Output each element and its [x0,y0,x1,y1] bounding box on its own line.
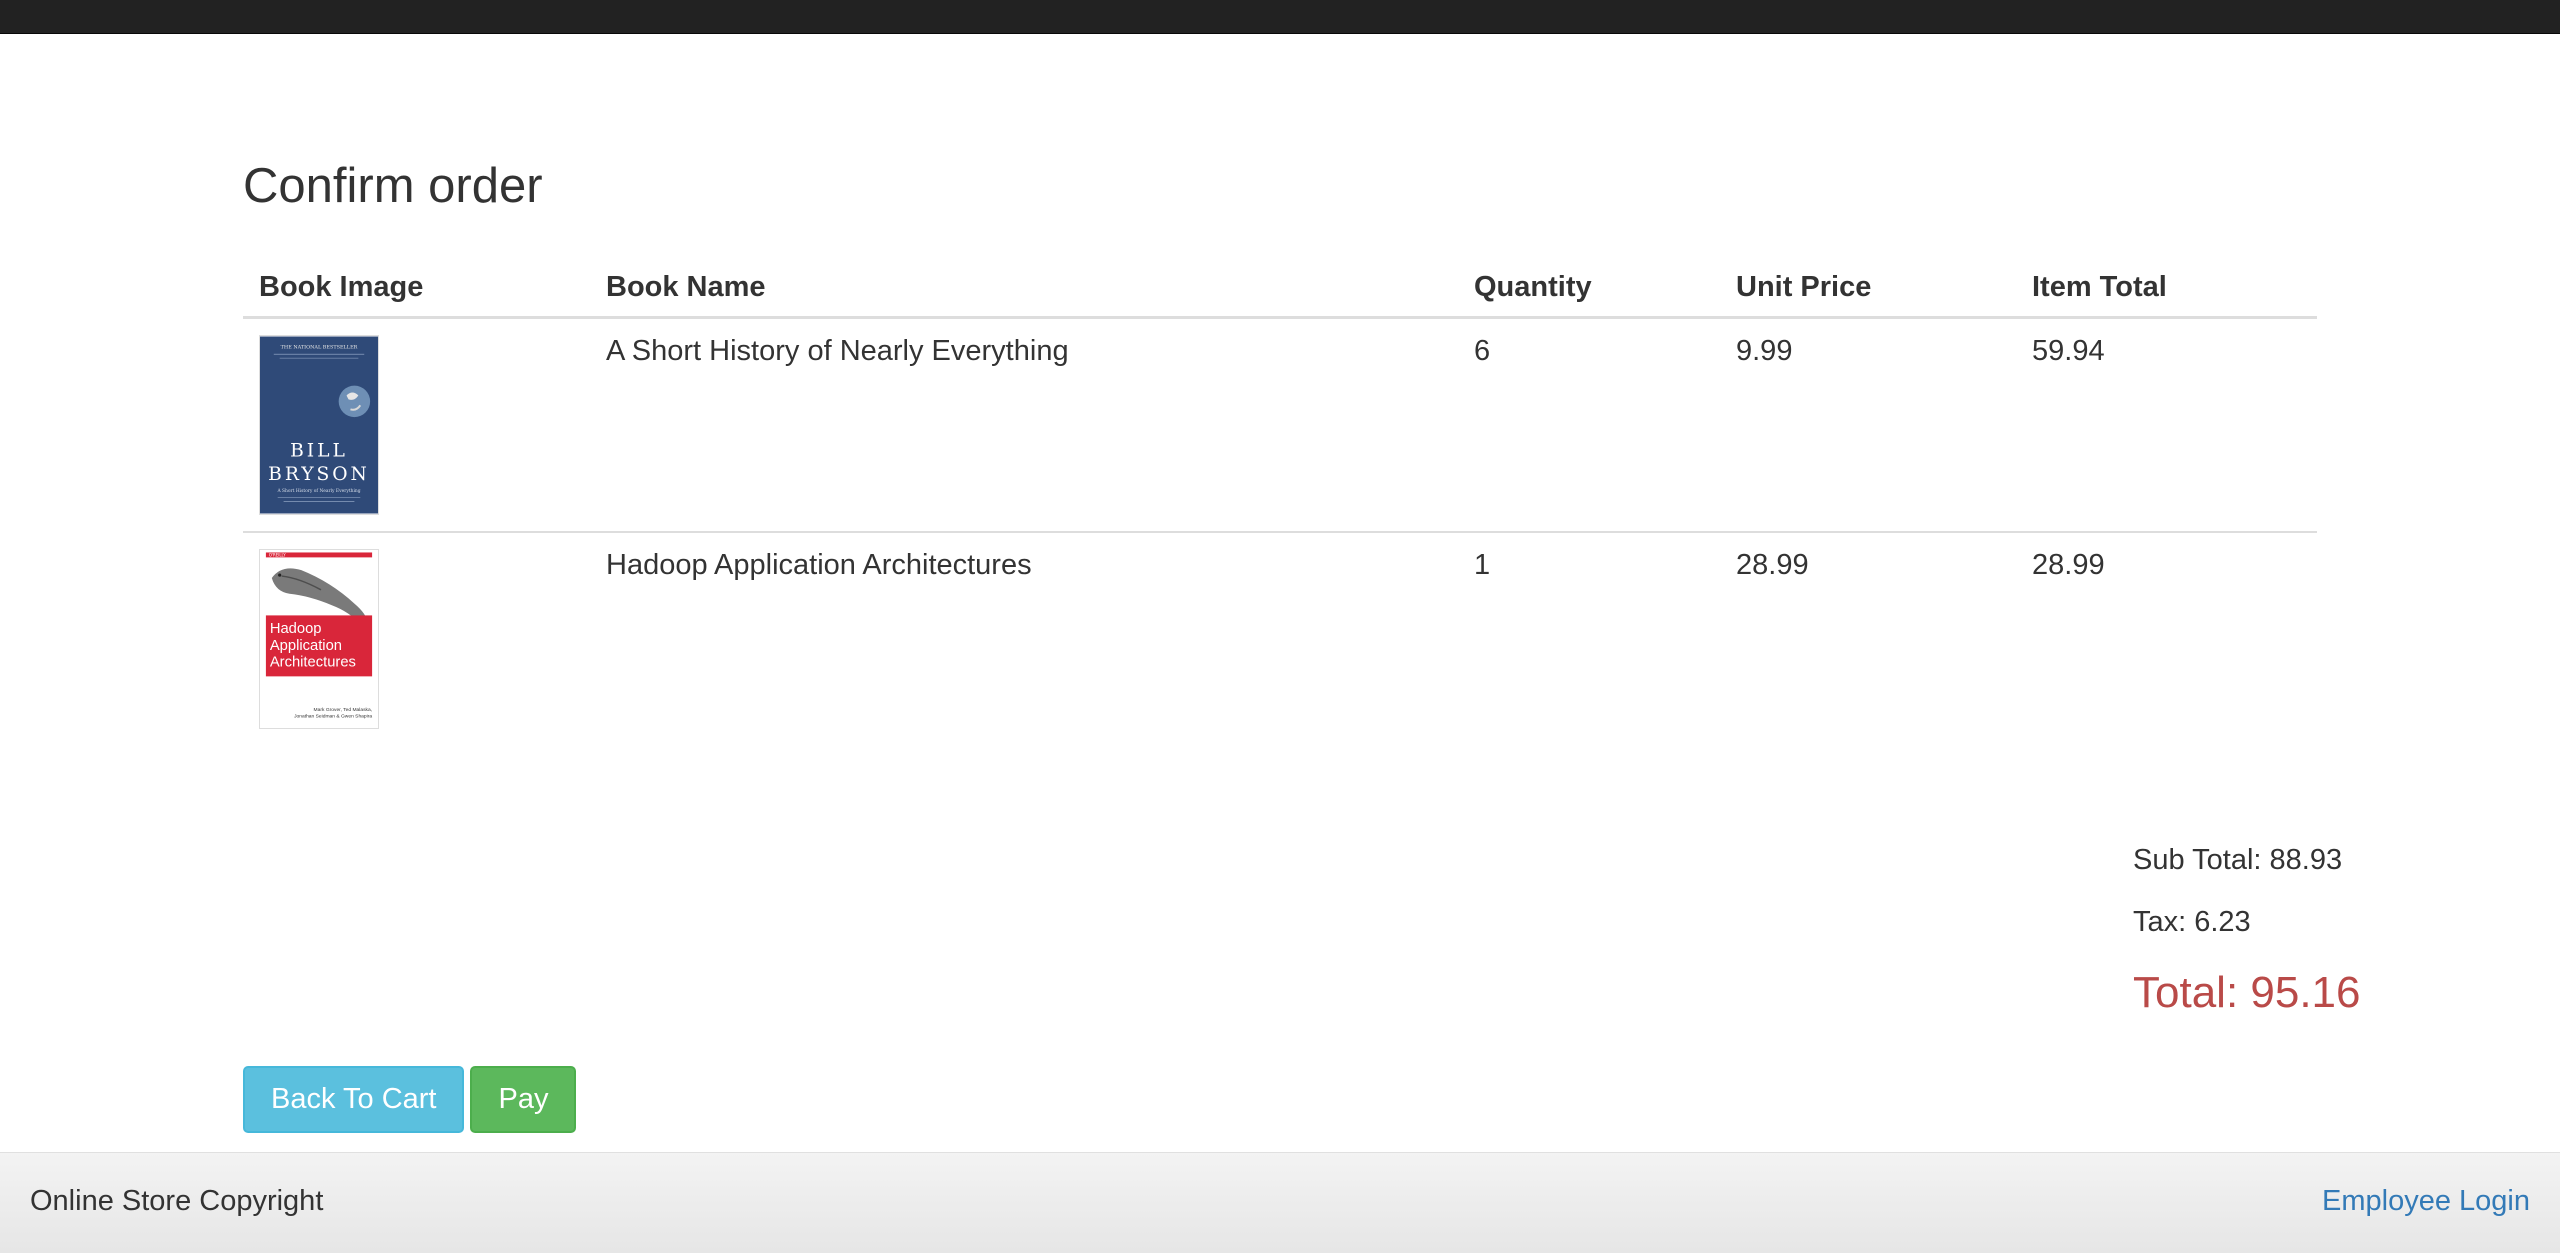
column-header-book-image: Book Image [243,252,590,319]
cover-tagline: THE NATIONAL BESTSELLER [281,344,358,350]
book-image-cell: O'REILLY Hadoop Application Architecture… [243,531,590,745]
column-header-quantity: Quantity [1458,252,1720,319]
item-total-cell: 28.99 [2016,531,2317,745]
book-image-cell: THE NATIONAL BESTSELLER BILL BRYSON A Sh… [243,318,590,533]
copyright-text: Online Store Copyright [30,1185,324,1217]
order-total: Total: 95.16 [2133,967,2361,1017]
book-name-cell: Hadoop Application Architectures [590,531,1458,745]
unit-price-cell: 9.99 [1736,335,1793,367]
order-table: Book Image Book Name Quantity Unit Price… [243,252,2317,745]
employee-login-link[interactable]: Employee Login [2322,1185,2530,1218]
cover-title-line3: Architectures [270,655,356,671]
book-name-cell: A Short History of Nearly Everything [606,335,1069,367]
tax: Tax: 6.23 [2133,905,2251,938]
top-navbar [0,0,2560,34]
sub-total: Sub Total: 88.93 [2133,844,2343,876]
book-cover-short-history: THE NATIONAL BESTSELLER BILL BRYSON A Sh… [259,335,379,515]
cover-background [260,336,378,514]
book-cover-hadoop: O'REILLY Hadoop Application Architecture… [259,549,379,729]
table-row: THE NATIONAL BESTSELLER BILL BRYSON A Sh… [243,318,2317,533]
cover-publisher: O'REILLY [269,552,286,557]
earth-icon [338,385,371,418]
cover-authors-line2: Jonathan Seidman & Gwen Shapira [294,714,372,720]
cover-title-line1: Hadoop [270,621,322,637]
cover-author-last: BRYSON [268,464,370,485]
cover-authors-line1: Mark Grover, Ted Malaska, [314,707,373,713]
page-title: Confirm order [243,159,543,213]
back-to-cart-button[interactable]: Back To Cart [243,1066,465,1133]
action-buttons: Back To Cart Pay [243,1066,577,1133]
main-content: Confirm order Book Image Book Name Quant… [243,159,2317,745]
order-summary: Sub Total: 88.93 Tax: 6.23 Total: 95.16 [2133,843,2361,1019]
quantity-cell: 6 [1474,335,1491,367]
pay-button[interactable]: Pay [470,1066,577,1133]
column-header-item-total: Item Total [2016,252,2317,319]
table-header-row: Book Image Book Name Quantity Unit Price… [243,252,2317,319]
unit-price-cell: 28.99 [1720,531,2016,745]
column-header-unit-price: Unit Price [1720,252,2016,319]
item-total-cell: 59.94 [2032,335,2105,367]
footer: Online Store Copyright Employee Login [0,1152,2560,1253]
column-header-book-name: Book Name [590,252,1458,319]
table-row: O'REILLY Hadoop Application Architecture… [243,531,2317,745]
quantity-cell: 1 [1458,531,1720,745]
cover-subtitle: A Short History of Nearly Everything [276,489,360,494]
cover-title-line2: Application [270,638,342,654]
cover-author-first: BILL [290,440,348,461]
